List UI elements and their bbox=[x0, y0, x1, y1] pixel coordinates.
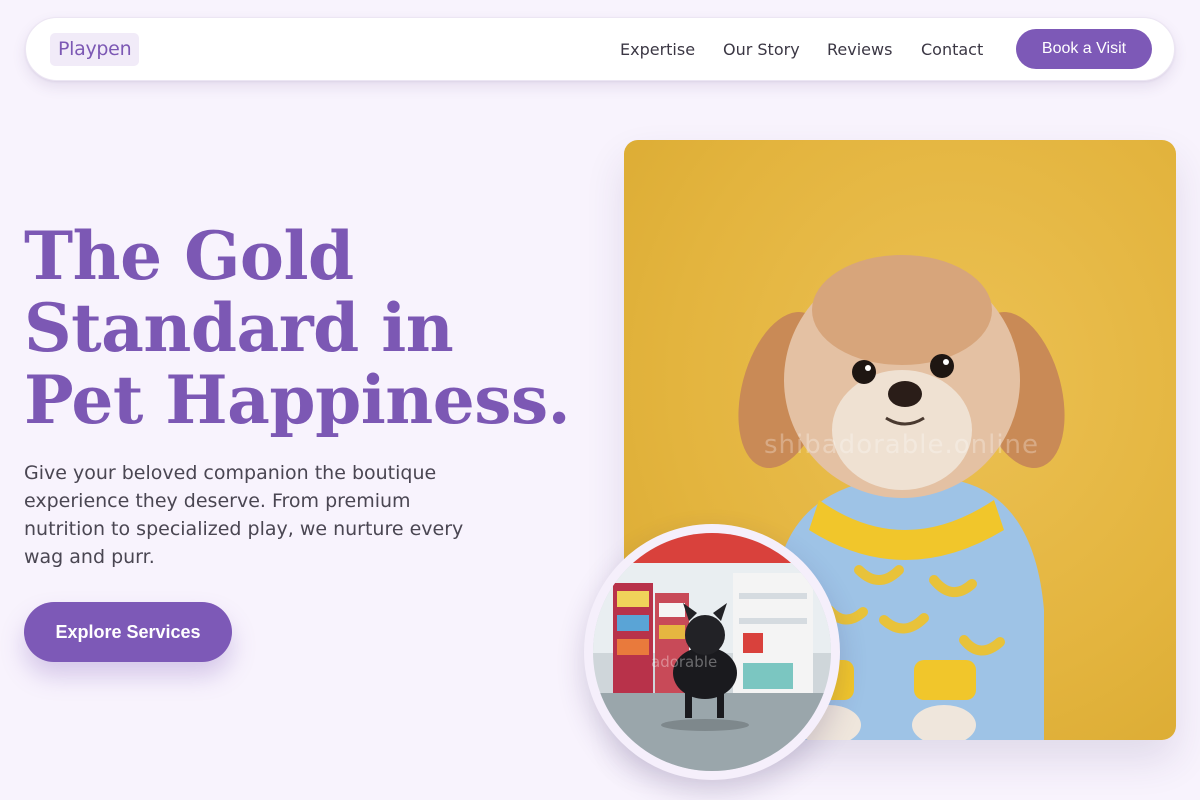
hero-subcopy: Give your beloved companion the boutique… bbox=[24, 462, 464, 568]
nav-link-our-story[interactable]: Our Story bbox=[723, 39, 800, 61]
hero-headline: The Gold Standard in Pet Happiness. bbox=[24, 220, 584, 436]
book-visit-button[interactable]: Book a Visit bbox=[1016, 29, 1152, 69]
nav-link-reviews[interactable]: Reviews bbox=[827, 39, 892, 61]
headline-line-1: The Gold bbox=[24, 217, 354, 295]
nav-link-expertise[interactable]: Expertise bbox=[620, 39, 695, 61]
explore-services-button[interactable]: Explore Services bbox=[24, 602, 232, 662]
brand-logo[interactable]: Playpen bbox=[50, 33, 140, 66]
top-navigation: Playpen Expertise Our Story Reviews Cont… bbox=[25, 17, 1175, 81]
page: Playpen Expertise Our Story Reviews Cont… bbox=[0, 0, 1200, 800]
circle-photo-watermark: adorable bbox=[651, 653, 718, 671]
dog-in-pet-store-illustration bbox=[593, 533, 831, 771]
main-photo-watermark: shibadorable.online bbox=[764, 430, 1040, 460]
headline-line-3: Pet Happiness. bbox=[24, 361, 571, 439]
nav-link-contact[interactable]: Contact bbox=[921, 39, 983, 61]
store-dog-photo: adorable bbox=[593, 533, 831, 771]
store-dog-photo-frame: adorable bbox=[584, 524, 840, 780]
headline-line-2: Standard in bbox=[24, 289, 454, 367]
